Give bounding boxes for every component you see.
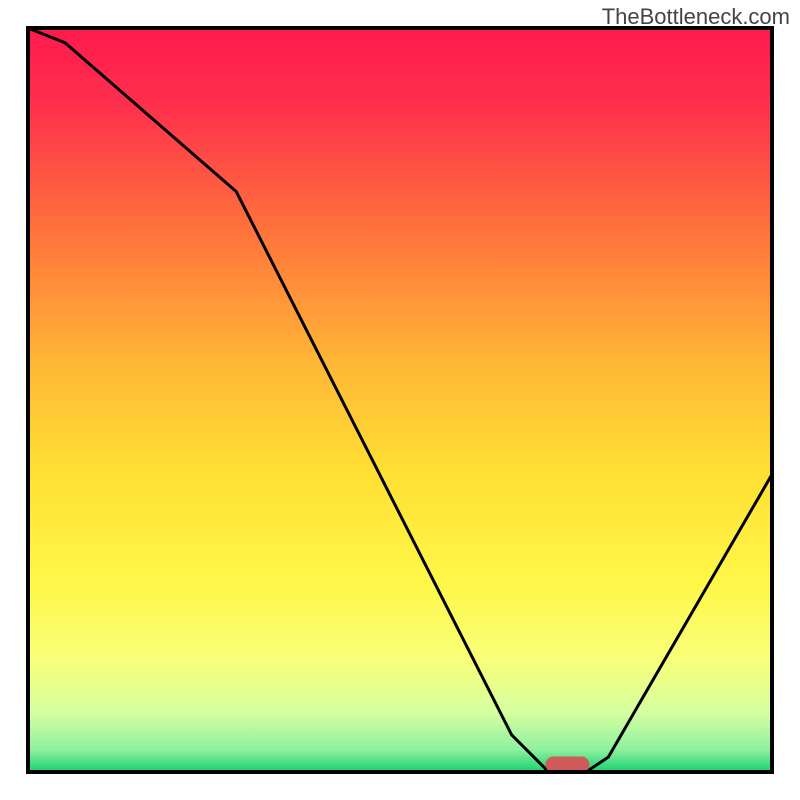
chart-svg [0,0,800,800]
plot-background [28,28,772,772]
chart-container: TheBottleneck.com [0,0,800,800]
watermark: TheBottleneck.com [602,4,790,30]
